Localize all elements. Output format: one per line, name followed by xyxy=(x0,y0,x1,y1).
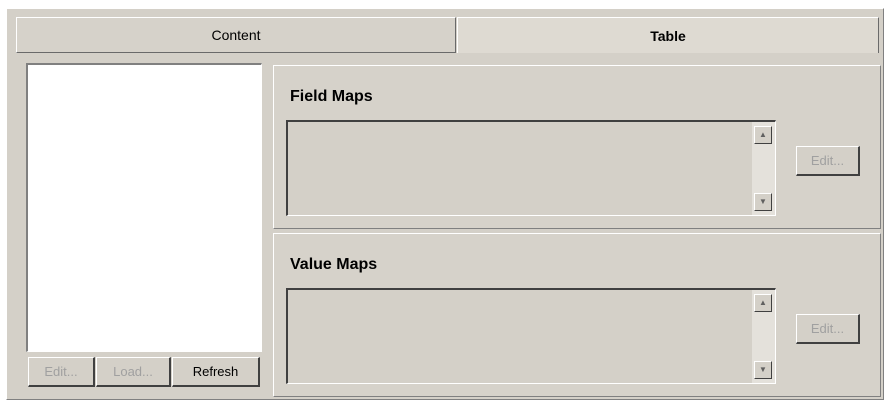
value-maps-title: Value Maps xyxy=(290,256,378,273)
left-list[interactable] xyxy=(26,63,262,352)
scroll-up-arrow-icon[interactable]: ▲ xyxy=(754,294,772,312)
scroll-up-arrow-icon[interactable]: ▲ xyxy=(754,126,772,144)
edit-button[interactable]: Edit... xyxy=(28,357,95,387)
value-maps-panel: Value Maps ▲ ▼ Edit... xyxy=(273,233,881,397)
map-editor-dialog: Content Table Edit... Load... Refresh Fi… xyxy=(6,8,884,400)
field-maps-title: Field Maps xyxy=(290,88,373,105)
field-maps-edit-button[interactable]: Edit... xyxy=(796,146,860,176)
field-maps-panel: Field Maps ▲ ▼ Edit... xyxy=(273,65,881,229)
value-maps-scrollbar[interactable]: ▲ ▼ xyxy=(752,290,775,383)
scroll-down-arrow-icon[interactable]: ▼ xyxy=(754,361,772,379)
tab-content-label: Content xyxy=(211,27,261,43)
field-maps-list[interactable]: ▲ ▼ xyxy=(286,120,776,216)
field-maps-scrollbar[interactable]: ▲ ▼ xyxy=(752,122,775,215)
value-maps-edit-button[interactable]: Edit... xyxy=(796,314,860,344)
tab-content[interactable]: Content xyxy=(16,17,456,53)
scroll-down-arrow-icon[interactable]: ▼ xyxy=(754,193,772,211)
load-button[interactable]: Load... xyxy=(96,357,171,387)
refresh-button[interactable]: Refresh xyxy=(172,357,260,387)
value-maps-list[interactable]: ▲ ▼ xyxy=(286,288,776,384)
tab-table[interactable]: Table xyxy=(457,17,879,53)
tab-table-label: Table xyxy=(650,27,686,44)
